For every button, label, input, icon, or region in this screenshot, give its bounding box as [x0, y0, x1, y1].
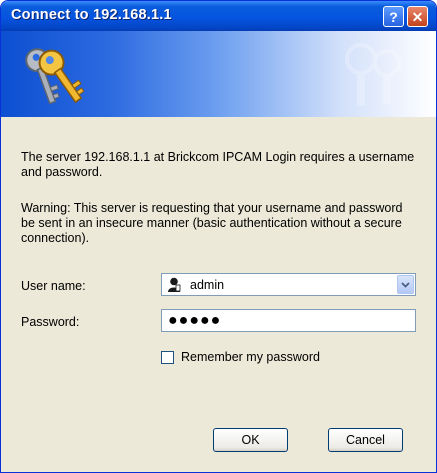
- help-button[interactable]: ?: [383, 6, 404, 27]
- security-warning: Warning: This server is requesting that …: [21, 201, 403, 245]
- server-message: The server 192.168.1.1 at Brickcom IPCAM…: [21, 150, 415, 179]
- user-icon: [168, 277, 181, 292]
- password-value: ●●●●●: [168, 312, 222, 329]
- dialog-title: Connect to 192.168.1.1: [11, 7, 172, 23]
- chevron-down-icon: [401, 282, 410, 288]
- user-name-combobox[interactable]: admin: [161, 273, 416, 296]
- cancel-button[interactable]: Cancel: [328, 428, 403, 452]
- login-dialog: Connect to 192.168.1.1 ? ✕ The server 19…: [0, 0, 437, 473]
- user-name-label: User name:: [21, 279, 86, 293]
- user-name-value: admin: [190, 278, 225, 292]
- remember-password-label[interactable]: Remember my password: [181, 350, 320, 364]
- dialog-body: The server 192.168.1.1 at Brickcom IPCAM…: [1, 117, 436, 472]
- keys-watermark-icon: [345, 43, 401, 106]
- ok-button[interactable]: OK: [213, 428, 288, 452]
- remember-password-checkbox[interactable]: [161, 351, 174, 364]
- close-button[interactable]: ✕: [407, 6, 428, 27]
- dropdown-button[interactable]: [397, 275, 414, 294]
- keys-icon: [25, 48, 85, 105]
- password-label: Password:: [21, 315, 80, 329]
- title-bar[interactable]: Connect to 192.168.1.1 ? ✕: [1, 1, 436, 31]
- dialog-banner: [1, 31, 436, 117]
- password-field[interactable]: ●●●●●: [161, 309, 416, 332]
